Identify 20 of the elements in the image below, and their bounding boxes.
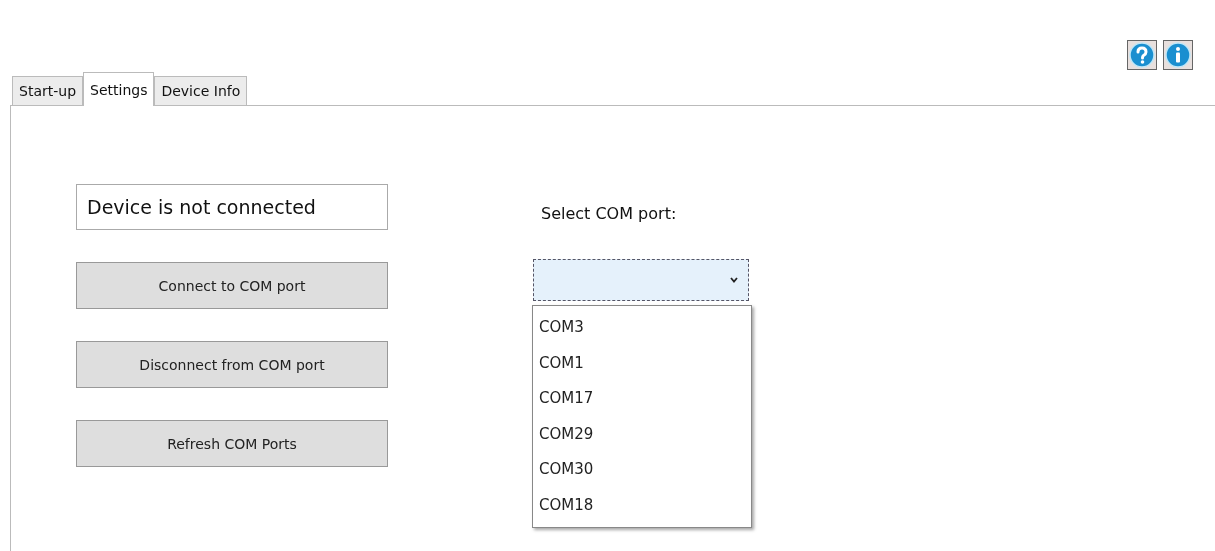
action-button[interactable]: Refresh COM Ports [76, 420, 388, 467]
dropdown-option[interactable]: COM18 [533, 487, 751, 523]
dropdown-option[interactable]: COM3 [533, 310, 751, 346]
tab[interactable]: Settings [83, 72, 155, 106]
action-button[interactable]: Connect to COM port [76, 262, 388, 309]
info-icon [1165, 42, 1191, 68]
dropdown-option[interactable]: COM17 [533, 381, 751, 417]
dropdown-option[interactable]: COM1 [533, 345, 751, 381]
port-label: Select COM port: [541, 204, 678, 223]
tab[interactable]: Device Info [154, 76, 248, 105]
status-field: Device is not connected [76, 184, 388, 230]
dropdown-option[interactable]: COM29 [533, 416, 751, 452]
chevron-down-icon [730, 277, 738, 283]
action-button[interactable]: Disconnect from COM port [76, 341, 388, 388]
info-button[interactable] [1163, 40, 1193, 70]
help-icon [1129, 42, 1155, 68]
help-button[interactable] [1127, 40, 1157, 70]
tab[interactable]: Start-up [12, 76, 83, 105]
dropdown-option[interactable]: COM30 [533, 452, 751, 488]
port-dropdown[interactable] [533, 259, 749, 301]
